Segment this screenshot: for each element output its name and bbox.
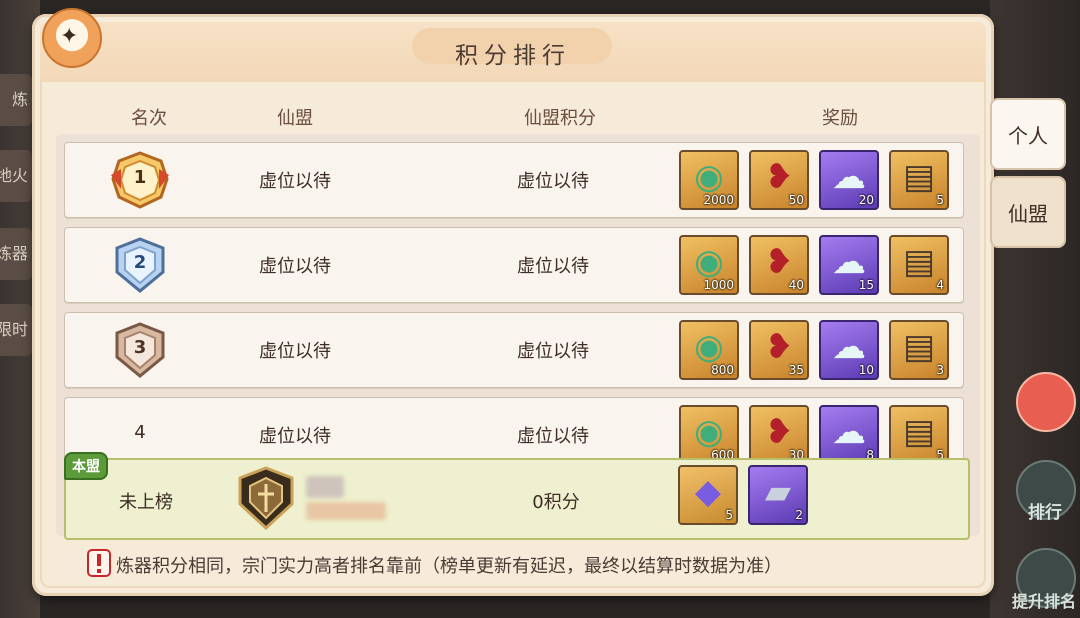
jade-icon: ◉ [694, 242, 724, 282]
reward-jade[interactable]: ◉ 800 [679, 320, 739, 380]
reward-qty: 10 [858, 363, 874, 377]
rank-emblem-shell: 1 [109, 151, 171, 209]
tab-personal[interactable]: 个人 [990, 98, 1066, 170]
reward-jade[interactable]: ◉ 2000 [679, 150, 739, 210]
header-rank: 名次 [131, 108, 167, 129]
reward-qty: 15 [858, 278, 874, 292]
own-score: 0积分 [532, 492, 580, 513]
reward-qty: 4 [936, 278, 944, 292]
alliance-name: 虚位以待 [259, 426, 331, 447]
cloud-gourd-icon: ☁ [832, 157, 866, 197]
crystal-icon: ◆ [694, 472, 722, 512]
reward-gourd[interactable]: ☁ 10 [819, 320, 879, 380]
alliance-info-blurred [306, 502, 386, 520]
bg-tab-1: 炼 [0, 74, 32, 126]
reward-crystal[interactable]: ◆ 5 [678, 465, 738, 525]
tab-alliance[interactable]: 仙盟 [990, 176, 1066, 248]
cloud-gourd-icon: ☁ [832, 242, 866, 282]
ranking-row-3: 3 虚位以待 虚位以待 ◉ 800 ❥ 35 ☁ 10 ▤ 3 [64, 312, 964, 388]
rank-emblem-2: 2 [101, 234, 179, 296]
reward-qty: 5 [936, 193, 944, 207]
reward-feather[interactable]: ❥ 50 [749, 150, 809, 210]
reward-qty: 35 [788, 363, 804, 377]
reward-qty: 40 [788, 278, 804, 292]
treasure-chest-icon: ▤ [902, 412, 936, 452]
rank-emblem-shell: 3 [109, 321, 171, 379]
rank-emblem-1: 1 [101, 149, 179, 211]
reward-chest[interactable]: ▤ 4 [889, 235, 949, 295]
reward-chest[interactable]: ▤ 3 [889, 320, 949, 380]
jade-icon: ◉ [694, 327, 724, 367]
reward-jade[interactable]: ◉ 600 [679, 405, 739, 465]
reward-feather[interactable]: ❥ 35 [749, 320, 809, 380]
reward-feather[interactable]: ❥ 40 [749, 235, 809, 295]
reward-qty: 20 [858, 193, 874, 207]
bg-tab-3: 炼器 [0, 228, 32, 280]
reward-ingot[interactable]: ▰ 2 [748, 465, 808, 525]
bg-tab-2: 地火 [0, 150, 32, 202]
ranking-rule-note: 炼器积分相同，宗门实力高者排名靠前（榜单更新有延迟，最终以结算时数据为准） [116, 556, 782, 577]
rank-emblem-shell: 2 [109, 236, 171, 294]
rank-number: 4 [134, 422, 146, 443]
red-feather-icon: ❥ [764, 412, 794, 452]
ingot-icon: ▰ [764, 472, 792, 512]
reward-chest[interactable]: ▤ 5 [889, 150, 949, 210]
alliance-emblem-icon [238, 466, 294, 530]
red-feather-icon: ❥ [764, 327, 794, 367]
reward-chest[interactable]: ▤ 5 [889, 405, 949, 465]
alliance-score: 虚位以待 [517, 171, 589, 192]
reward-qty: 800 [711, 363, 734, 377]
ranking-row-2: 2 虚位以待 虚位以待 ◉ 1000 ❥ 40 ☁ 15 ▤ 4 [64, 227, 964, 303]
reward-feather[interactable]: ❥ 30 [749, 405, 809, 465]
reward-qty: 50 [788, 193, 804, 207]
fox-mascot-icon: ✦ [42, 8, 102, 68]
alliance-name: 虚位以待 [259, 341, 331, 362]
bg-boost-label: 提升排名 [1011, 592, 1076, 611]
reward-qty: 3 [936, 363, 944, 377]
mascot-badge-icon [1016, 372, 1076, 432]
reward-qty: 5 [725, 508, 733, 522]
rank-number: 2 [133, 252, 147, 273]
jade-icon: ◉ [694, 412, 724, 452]
bg-rank-label: 排行 [1028, 503, 1062, 523]
bg-tab-4: 限时 [0, 304, 32, 356]
alliance-name: 虚位以待 [259, 171, 331, 192]
reward-jade[interactable]: ◉ 1000 [679, 235, 739, 295]
alliance-name-blurred [306, 476, 344, 498]
alliance-score: 虚位以待 [517, 256, 589, 277]
ranking-row-1: 1 虚位以待 虚位以待 ◉ 2000 ❥ 50 ☁ 20 ▤ 5 [64, 142, 964, 218]
panel-title: 积分排行 [455, 43, 571, 69]
cloud-gourd-icon: ☁ [832, 412, 866, 452]
own-rank: 未上榜 [119, 492, 173, 513]
red-feather-icon: ❥ [764, 157, 794, 197]
own-alliance-tag: 本盟 [64, 452, 108, 480]
own-alliance-row: 本盟 未上榜 0积分 ◆ 5 ▰ 2 [64, 452, 970, 540]
reward-gourd[interactable]: ☁ 15 [819, 235, 879, 295]
rank-number: 1 [133, 167, 147, 188]
treasure-chest-icon: ▤ [902, 327, 936, 367]
jade-icon: ◉ [694, 157, 724, 197]
rank-number: 3 [133, 337, 147, 358]
reward-gourd[interactable]: ☁ 8 [819, 405, 879, 465]
alliance-name: 虚位以待 [259, 256, 331, 277]
header-alliance: 仙盟 [277, 108, 313, 129]
background-right-panel: 排行 提升排名 [990, 0, 1080, 618]
cloud-gourd-icon: ☁ [832, 327, 866, 367]
reward-qty: 2 [795, 508, 803, 522]
rank-emblem-3: 3 [101, 319, 179, 381]
reward-qty: 2000 [703, 193, 734, 207]
warning-icon [87, 549, 111, 577]
treasure-chest-icon: ▤ [902, 157, 936, 197]
header-reward: 奖励 [822, 108, 858, 129]
alliance-score: 虚位以待 [517, 341, 589, 362]
red-feather-icon: ❥ [764, 242, 794, 282]
reward-qty: 1000 [703, 278, 734, 292]
treasure-chest-icon: ▤ [902, 242, 936, 282]
reward-gourd[interactable]: ☁ 20 [819, 150, 879, 210]
alliance-score: 虚位以待 [517, 426, 589, 447]
header-alliance-score: 仙盟积分 [524, 108, 596, 129]
